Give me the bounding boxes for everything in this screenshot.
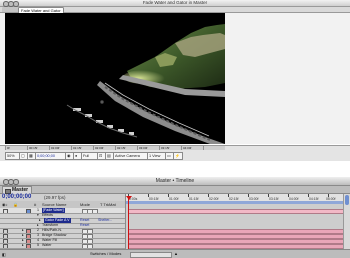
comp-ruler-label: 02:00f bbox=[95, 145, 104, 150]
comp-ruler-label: 0f bbox=[7, 145, 10, 150]
layer-name[interactable]: Water bbox=[42, 243, 51, 248]
ruler-label: 02:00f bbox=[209, 196, 219, 201]
ruler-label: 03:15f bbox=[269, 196, 279, 201]
current-time-indicator[interactable] bbox=[128, 196, 129, 249]
lock-icon[interactable]: 🔒 bbox=[13, 201, 18, 208]
ruler-label: 03:00f bbox=[249, 196, 259, 201]
work-area-bar[interactable] bbox=[126, 201, 343, 204]
fast-previews-icon[interactable]: ⚡ bbox=[173, 152, 183, 160]
zoom-window-button[interactable] bbox=[13, 179, 19, 185]
ruler-label: 05:00f bbox=[326, 196, 336, 201]
toggle-switches-modes-button[interactable]: Switches / Modes bbox=[90, 251, 121, 257]
composition-window-title: Fade Water and Gator in Master bbox=[142, 0, 208, 5]
source-name-header[interactable]: Source Name bbox=[42, 201, 66, 208]
zoom-in-icon[interactable]: ▲ bbox=[174, 251, 178, 256]
expand-switches-icon[interactable]: ◧ bbox=[2, 252, 6, 257]
layer-duration-bar[interactable] bbox=[128, 208, 345, 214]
composition-viewer[interactable] bbox=[5, 13, 225, 144]
zoom-window-button[interactable] bbox=[13, 1, 19, 7]
mode-header[interactable]: Mode bbox=[80, 201, 90, 208]
timeline-tab-bar bbox=[0, 186, 350, 194]
composition-window: Fade Water and Gator in Master Fade Wate… bbox=[0, 0, 350, 161]
layer-number: 5 bbox=[37, 243, 39, 247]
ruler-label: 02:15f bbox=[229, 196, 239, 201]
tab-label: Master bbox=[12, 187, 29, 193]
ruler-label: 01:15f bbox=[189, 196, 199, 201]
views-layout-menu[interactable]: 1 View bbox=[147, 152, 167, 160]
comp-ruler-label: 01:00f bbox=[51, 145, 60, 150]
comp-ruler-label: 03:15f bbox=[161, 145, 170, 150]
ruler-label: 04:00f bbox=[289, 196, 299, 201]
timeline-timecode[interactable]: 0;00;00;00 bbox=[2, 194, 31, 201]
comp-ruler-label: 01:15f bbox=[73, 145, 82, 150]
trkmat-header[interactable]: T TrkMat bbox=[100, 201, 116, 208]
comp-timecode[interactable]: 0;00;00;00 bbox=[35, 152, 67, 160]
composition-time-ruler[interactable]: 0f 00:15f 01:00f 01:15f 02:00f 02:15f 03… bbox=[5, 146, 225, 150]
composition-frame-image bbox=[5, 13, 225, 144]
av-features-icon[interactable]: ◉♪ bbox=[2, 201, 8, 208]
layer-duration-bar[interactable] bbox=[128, 243, 345, 249]
layer-list: 1 [Fade Water] ▾ Effects ▸ Gator Fade A … bbox=[0, 208, 125, 249]
scroll-thumb[interactable] bbox=[345, 195, 349, 205]
ruler-label: 01:00f bbox=[169, 196, 179, 201]
timeline-fps: (29.97 fps) bbox=[44, 195, 66, 200]
composition-title-bar[interactable]: Fade Water and Gator in Master bbox=[0, 0, 350, 7]
comp-ruler-label: 02:15f bbox=[117, 145, 126, 150]
twirl-right-icon[interactable]: ▸ bbox=[22, 243, 24, 248]
comp-ruler-label: 03:00f bbox=[139, 145, 148, 150]
timeline-window-title: Master • Timeline bbox=[155, 178, 195, 184]
ruler-label: 00:15f bbox=[149, 196, 159, 201]
tab-master[interactable]: Master bbox=[2, 186, 33, 194]
timeline-title-bar[interactable]: Master • Timeline bbox=[0, 177, 350, 186]
comp-ruler-label: 04:00f bbox=[183, 145, 192, 150]
timeline-vertical-scrollbar[interactable] bbox=[343, 194, 350, 249]
view-menu[interactable]: Active Camera bbox=[113, 152, 149, 160]
comp-ruler-label: 00:15f bbox=[29, 145, 38, 150]
ruler-label: 04:15f bbox=[309, 196, 319, 201]
layer-number-header[interactable]: # bbox=[34, 201, 36, 208]
composition-controls: 50% ▢ ▦ 0;00;00;00 ◉ ● Full ⊡ ▤ Active C… bbox=[5, 152, 225, 160]
